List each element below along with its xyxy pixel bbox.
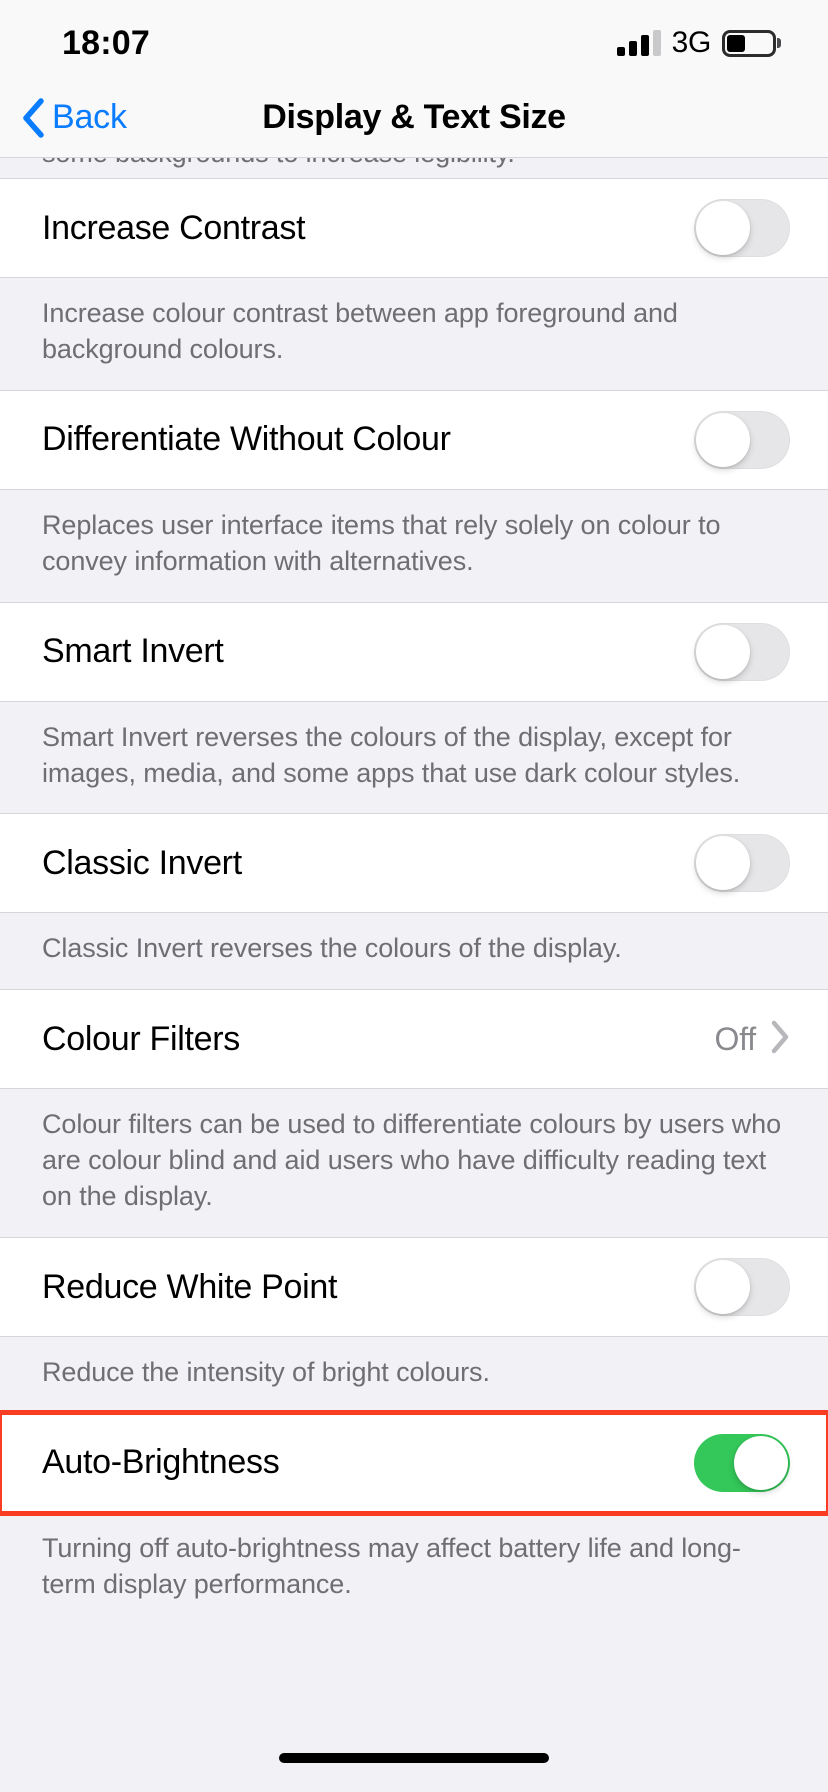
- row-control-increase-contrast: [694, 199, 790, 257]
- row-footer-smart-invert: Smart Invert reverses the colours of the…: [42, 721, 741, 788]
- row-control-classic-invert: [694, 834, 790, 893]
- row-control-smart-invert: [694, 622, 790, 681]
- navigation-bar: Back Display & Text Size: [0, 78, 828, 158]
- toggle-auto-brightness[interactable]: [694, 1433, 790, 1492]
- settings-list[interactable]: some backgrounds to increase legibility.…: [0, 158, 828, 1724]
- cellular-signal-icon: [616, 30, 661, 56]
- home-indicator-area: [0, 1724, 828, 1792]
- back-button-label: Back: [52, 98, 127, 136]
- toggle-reduce-white-point[interactable]: [694, 1258, 790, 1317]
- toggle-classic-invert[interactable]: [694, 834, 790, 893]
- iphone-screen: 18:07 3G Back Display & Text Size some b…: [0, 0, 828, 1792]
- status-bar: 18:07 3G: [0, 0, 828, 78]
- row-label-reduce-white-point: Reduce White Point: [42, 1267, 338, 1306]
- battery-icon: [722, 29, 776, 57]
- toggle-knob: [696, 1260, 750, 1315]
- row-label-increase-contrast: Increase Contrast: [42, 208, 306, 247]
- row-label-differentiate-without-colour: Differentiate Without Colour: [42, 420, 451, 459]
- settings-row-classic-invert[interactable]: Classic Invert: [0, 813, 828, 914]
- row-footer-colour-filters: Colour filters can be used to differenti…: [42, 1109, 782, 1212]
- toggle-increase-contrast[interactable]: [694, 199, 790, 257]
- row-label-auto-brightness: Auto-Brightness: [42, 1443, 280, 1482]
- battery-fill-level: [727, 34, 745, 52]
- row-label-colour-filters: Colour Filters: [42, 1019, 240, 1058]
- toggle-knob: [696, 836, 750, 891]
- home-indicator[interactable]: [279, 1753, 549, 1763]
- row-control-differentiate-without-colour: [694, 410, 790, 469]
- row-footer-differentiate-without-colour: Replaces user interface items that rely …: [42, 509, 721, 576]
- row-control-reduce-white-point: [694, 1258, 790, 1317]
- toggle-differentiate-without-colour[interactable]: [694, 410, 790, 469]
- toggle-smart-invert[interactable]: [694, 622, 790, 681]
- settings-row-colour-filters[interactable]: Colour Filters Off: [0, 989, 828, 1090]
- row-control-colour-filters: Off: [715, 1020, 791, 1059]
- toggle-knob: [696, 201, 750, 255]
- row-footer-reduce-white-point: Reduce the intensity of bright colours.: [42, 1357, 490, 1388]
- cellular-network-type-label: 3G: [671, 26, 712, 59]
- row-control-auto-brightness: [694, 1433, 790, 1492]
- row-value-colour-filters: Off: [714, 1020, 757, 1057]
- toggle-knob: [696, 412, 750, 467]
- settings-rows-container: Increase Contrast Increase colour contras…: [0, 178, 828, 1625]
- settings-row-increase-contrast[interactable]: Increase Contrast: [0, 178, 828, 278]
- status-bar-clock: 18:07: [62, 23, 150, 62]
- settings-row-auto-brightness[interactable]: Auto-Brightness: [0, 1409, 828, 1516]
- row-label-smart-invert: Smart Invert: [42, 632, 224, 671]
- toggle-knob: [696, 624, 750, 679]
- back-button[interactable]: Back: [0, 97, 127, 138]
- settings-row-differentiate-without-colour[interactable]: Differentiate Without Colour: [0, 389, 828, 490]
- chevron-right-icon: [770, 1020, 790, 1059]
- toggle-knob: [734, 1435, 788, 1490]
- chevron-left-icon: [22, 97, 44, 138]
- row-footer-increase-contrast: Increase colour contrast between app for…: [42, 298, 678, 364]
- settings-row-reduce-white-point[interactable]: Reduce White Point: [0, 1237, 828, 1338]
- settings-row-smart-invert[interactable]: Smart Invert: [0, 601, 828, 702]
- row-footer-classic-invert: Classic Invert reverses the colours of t…: [42, 933, 622, 964]
- row-label-classic-invert: Classic Invert: [42, 843, 242, 882]
- row-footer-auto-brightness: Turning off auto-brightness may affect b…: [42, 1532, 741, 1599]
- status-bar-indicators: 3G: [616, 26, 776, 60]
- clipped-section-footer: some backgrounds to increase legibility.: [0, 158, 828, 178]
